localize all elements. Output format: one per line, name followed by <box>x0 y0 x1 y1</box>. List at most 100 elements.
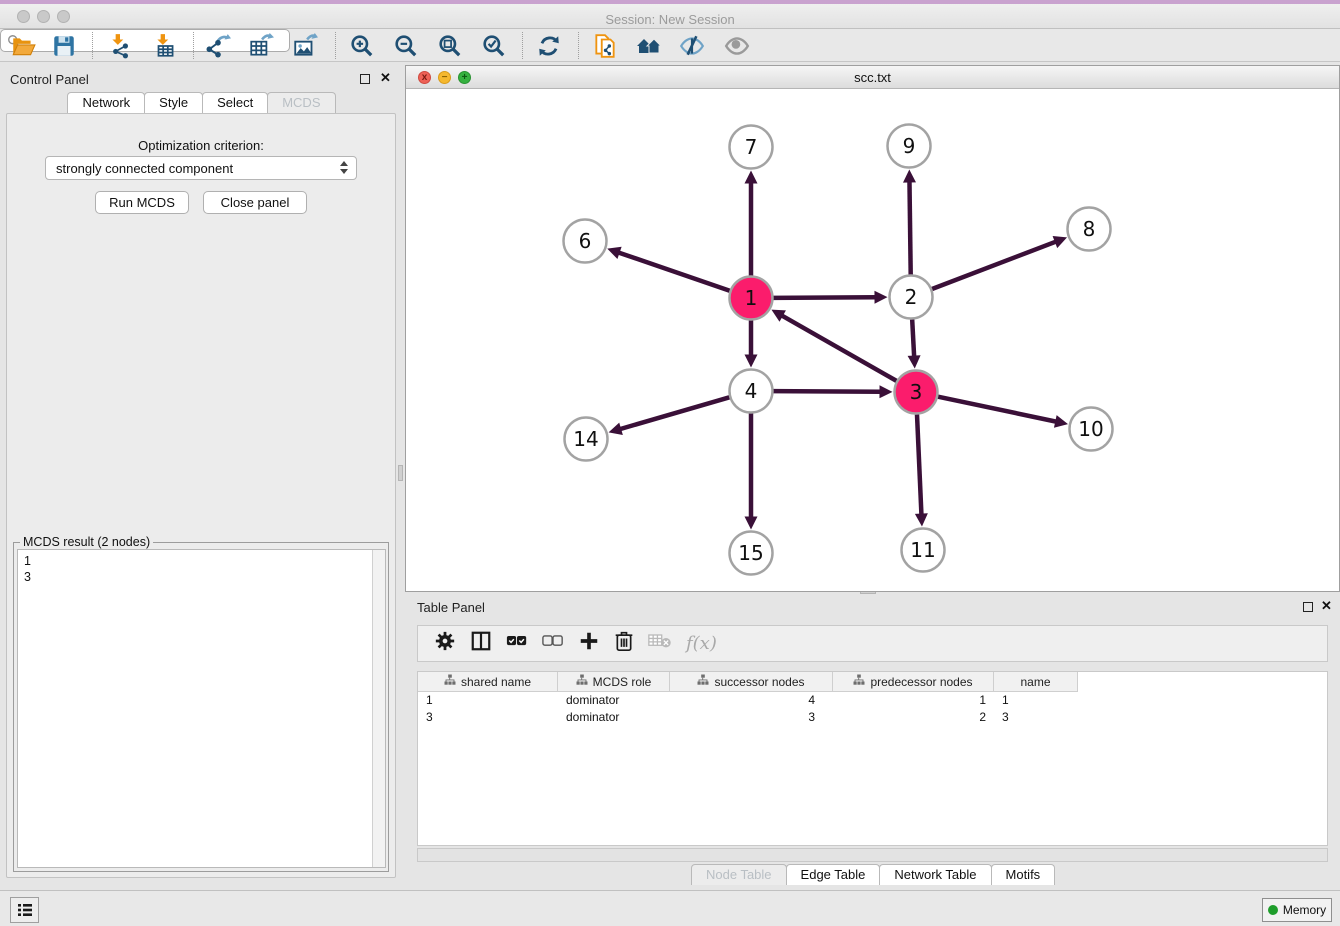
vertical-splitter[interactable] <box>398 465 403 481</box>
column-header-shared-name[interactable]: shared name <box>418 672 558 692</box>
arrowhead-4-14 <box>609 423 623 435</box>
apply-layout-icon[interactable] <box>532 32 566 59</box>
node-label-11: 11 <box>910 538 935 562</box>
tab-style[interactable]: Style <box>144 92 203 113</box>
close-panel-icon[interactable]: ✕ <box>380 70 391 86</box>
edge-1-6[interactable] <box>618 252 730 290</box>
node-label-15: 15 <box>738 541 763 565</box>
main-toolbar <box>0 29 1340 62</box>
status-bar: Memory <box>0 890 1340 926</box>
edge-3-11[interactable] <box>917 414 921 515</box>
arrowhead-1-7 <box>745 171 758 184</box>
memory-button[interactable]: Memory <box>1262 898 1332 922</box>
table-tab-network-table[interactable]: Network Table <box>879 864 991 885</box>
arrowhead-4-3 <box>879 385 892 398</box>
zoom-fit-icon[interactable] <box>433 32 467 59</box>
cell-shared-name-row1[interactable]: 3 <box>418 709 558 726</box>
table-hscrollbar[interactable] <box>417 848 1328 862</box>
cell-shared-name-row0[interactable]: 1 <box>418 692 558 709</box>
tab-mcds[interactable]: MCDS <box>267 92 335 113</box>
criterion-select[interactable]: strongly connected component <box>45 156 357 180</box>
delete-column-icon[interactable] <box>614 630 634 657</box>
edge-3-10[interactable] <box>938 397 1057 422</box>
arrowhead-3-11 <box>915 513 928 526</box>
table-tab-node-table[interactable]: Node Table <box>691 864 787 885</box>
task-list-button[interactable] <box>10 897 39 923</box>
export-network-icon[interactable] <box>201 32 235 59</box>
cell-successor-nodes-row0[interactable]: 4 <box>670 692 833 709</box>
column-header-successor-nodes[interactable]: successor nodes <box>670 672 833 692</box>
cell-name-row0[interactable]: 1 <box>994 692 1078 709</box>
arrowhead-1-2 <box>874 291 887 304</box>
column-header-name[interactable]: name <box>994 672 1078 692</box>
zoom-in-icon[interactable] <box>345 32 379 59</box>
arrowhead-2-9 <box>903 169 916 182</box>
edge-3-1[interactable] <box>781 315 896 381</box>
save-session-icon[interactable] <box>47 32 81 59</box>
edge-4-3[interactable] <box>773 391 881 392</box>
show-hide-icon[interactable] <box>720 32 754 59</box>
cell-predecessor-nodes-row0[interactable]: 1 <box>833 692 994 709</box>
cell-name-row1[interactable]: 3 <box>994 709 1078 726</box>
cell-mcds-role-row0[interactable]: dominator <box>558 692 670 709</box>
node-label-7: 7 <box>745 135 758 159</box>
control-panel: Control Panel ✕ NetworkStyleSelectMCDS O… <box>6 66 396 878</box>
column-label: predecessor nodes <box>870 675 972 689</box>
cell-successor-nodes-row1[interactable]: 3 <box>670 709 833 726</box>
tab-select[interactable]: Select <box>202 92 268 113</box>
home-icon[interactable] <box>632 32 666 59</box>
network-window: x − + scc.txt 1234678910111415 <box>405 65 1340 592</box>
cell-predecessor-nodes-row1[interactable]: 2 <box>833 709 994 726</box>
attribute-icon <box>576 674 588 689</box>
float-table-panel-icon[interactable] <box>1303 602 1313 612</box>
delete-table-icon <box>648 632 672 655</box>
edge-1-2[interactable] <box>773 297 876 298</box>
node-label-6: 6 <box>579 229 592 253</box>
import-table-icon[interactable] <box>148 32 182 59</box>
cell-mcds-role-row1[interactable]: dominator <box>558 709 670 726</box>
float-panel-icon[interactable] <box>360 74 370 84</box>
edge-4-14[interactable] <box>619 397 729 429</box>
memory-status-icon <box>1268 905 1278 915</box>
export-table-icon[interactable] <box>244 32 278 59</box>
list-icon <box>17 903 33 917</box>
run-mcds-button[interactable]: Run MCDS <box>95 191 189 214</box>
table-tab-motifs[interactable]: Motifs <box>991 864 1056 885</box>
open-file-icon[interactable] <box>6 32 40 59</box>
mcds-result-text: 1 3 <box>18 550 385 585</box>
edge-2-8[interactable] <box>932 241 1057 289</box>
edge-2-9[interactable] <box>909 180 910 274</box>
network-canvas[interactable]: 1234678910111415 <box>406 89 1339 592</box>
mcds-result-textarea[interactable]: 1 3 <box>17 549 386 868</box>
close-table-panel-icon[interactable]: ✕ <box>1321 598 1332 614</box>
table-tab-edge-table[interactable]: Edge Table <box>786 864 881 885</box>
copy-network-icon[interactable] <box>588 32 622 59</box>
unselect-all-icon[interactable] <box>542 633 564 654</box>
import-network-icon[interactable] <box>103 32 137 59</box>
column-header-predecessor-nodes[interactable]: predecessor nodes <box>833 672 994 692</box>
control-panel-title: Control Panel <box>10 72 89 87</box>
node-label-9: 9 <box>903 134 916 158</box>
mcds-scrollbar[interactable] <box>372 550 385 867</box>
table-row[interactable]: 1dominator411 <box>418 692 1327 709</box>
split-panel-icon[interactable] <box>470 630 492 657</box>
gear-icon[interactable] <box>434 630 456 657</box>
tab-network[interactable]: Network <box>67 92 145 113</box>
select-all-icon[interactable] <box>506 633 528 654</box>
edge-2-3[interactable] <box>912 319 914 357</box>
attribute-icon <box>697 674 709 689</box>
add-column-icon[interactable] <box>578 630 600 657</box>
table-row[interactable]: 3dominator323 <box>418 709 1327 726</box>
close-panel-button[interactable]: Close panel <box>203 191 307 214</box>
export-image-icon[interactable] <box>288 32 322 59</box>
optimization-criterion-label: Optimization criterion: <box>7 138 395 153</box>
column-label: shared name <box>461 675 531 689</box>
zoom-out-icon[interactable] <box>389 32 423 59</box>
column-header-mcds-role[interactable]: MCDS role <box>558 672 670 692</box>
window-titlebar: Session: New Session <box>0 4 1340 29</box>
node-label-14: 14 <box>573 427 598 451</box>
zoom-selected-icon[interactable] <box>477 32 511 59</box>
node-label-4: 4 <box>745 379 758 403</box>
bird-eye-icon[interactable] <box>675 32 709 59</box>
memory-label: Memory <box>1283 903 1326 917</box>
